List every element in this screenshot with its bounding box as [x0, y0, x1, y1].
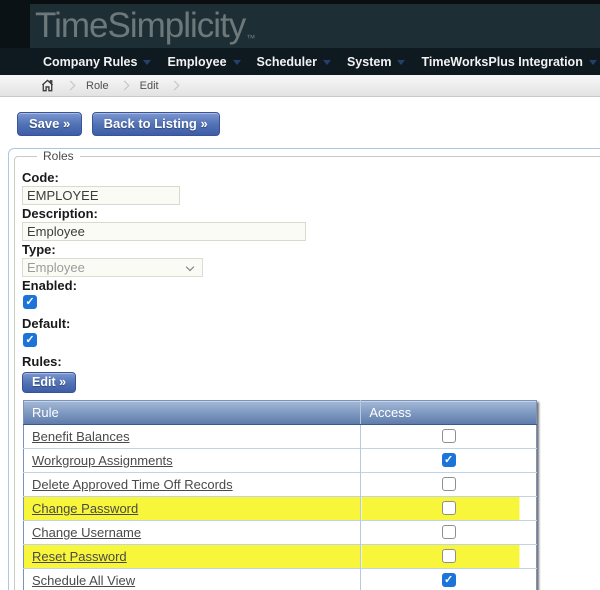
- app-logo-text: TimeSimplicity: [35, 6, 246, 45]
- rule-link-workgroup-assignments[interactable]: Workgroup Assignments: [32, 453, 173, 468]
- table-row: Schedule All View ✓: [23, 568, 537, 590]
- home-link[interactable]: [40, 78, 55, 93]
- rules-table-body: Benefit Balances Workgroup Assignments ✓ De…: [23, 424, 537, 590]
- role-form: Code: Description: Type: Employee Enable…: [22, 171, 600, 590]
- description-input[interactable]: [22, 222, 306, 241]
- rule-link-benefit-balances[interactable]: Benefit Balances: [32, 429, 130, 444]
- access-checkbox[interactable]: [441, 501, 456, 515]
- nav-item-label: Scheduler: [256, 54, 317, 69]
- chevron-down-icon: [397, 60, 406, 65]
- app-logo: TimeSimplicity™: [35, 6, 256, 46]
- breadcrumb-items: Role Edit: [55, 80, 190, 92]
- type-select: Employee: [22, 258, 203, 277]
- default-label: Default:: [22, 316, 71, 331]
- code-input[interactable]: [22, 186, 180, 205]
- nav-item-label: TimeWorksPlus Integration: [421, 54, 583, 69]
- nav-item-company-rules[interactable]: Company Rules: [43, 54, 152, 69]
- chevron-down-icon: [143, 60, 152, 65]
- rules-table-header-row: Rule Access: [23, 400, 537, 425]
- nav-item-label: System: [346, 54, 392, 69]
- table-row: Change Username: [23, 520, 537, 545]
- edit-rules-button[interactable]: Edit »: [22, 372, 77, 393]
- nav-item-timeworksplus-integration[interactable]: TimeWorksPlus Integration: [421, 54, 597, 69]
- table-row: Reset Password: [23, 544, 537, 569]
- chevron-separator-icon: [65, 80, 76, 91]
- code-label: Code:: [22, 170, 59, 185]
- main-navbar: Company Rules Employee Scheduler System Time…: [0, 48, 600, 75]
- header-top-strip: [0, 0, 600, 4]
- nav-item-label: Company Rules: [43, 54, 138, 69]
- rule-column-header: Rule: [23, 400, 361, 425]
- description-label: Description:: [22, 206, 98, 221]
- access-checkbox[interactable]: [441, 477, 456, 491]
- rule-link-change-password[interactable]: Change Password: [32, 501, 138, 516]
- main-nav: Company Rules Employee Scheduler System Time…: [0, 48, 600, 75]
- access-checkbox[interactable]: [441, 429, 456, 443]
- chevron-down-icon: [322, 60, 331, 65]
- table-row: Benefit Balances: [23, 424, 537, 449]
- back-to-listing-button[interactable]: Back to Listing »: [91, 112, 220, 136]
- toolbar: Save » Back to Listing »: [17, 112, 225, 136]
- breadcrumb-item-edit[interactable]: Edit: [140, 80, 159, 92]
- roles-fieldset: Roles Code: Description: Type: Employee …: [14, 149, 600, 590]
- rules-label: Rules:: [22, 354, 62, 369]
- rule-link-reset-password[interactable]: Reset Password: [32, 549, 127, 564]
- roles-legend: Roles: [43, 149, 74, 163]
- access-checkbox[interactable]: [441, 549, 456, 563]
- rule-link-schedule-all-view[interactable]: Schedule All View: [32, 573, 135, 588]
- nav-item-label: Employee: [167, 54, 227, 69]
- nav-item-system[interactable]: System: [346, 54, 406, 69]
- table-row: Delete Approved Time Off Records: [23, 472, 537, 497]
- enabled-label: Enabled:: [22, 278, 77, 293]
- enabled-checkbox[interactable]: ✓: [23, 295, 37, 309]
- chevron-separator-icon: [169, 80, 180, 91]
- access-checkbox[interactable]: [441, 525, 456, 539]
- chevron-down-icon: [588, 60, 597, 65]
- trademark-symbol: ™: [246, 33, 256, 43]
- nav-item-scheduler[interactable]: Scheduler: [257, 55, 331, 69]
- home-icon: [41, 79, 54, 92]
- app-header: TimeSimplicity™ Company Rules Employee Sch…: [0, 0, 600, 75]
- type-label: Type:: [22, 242, 56, 257]
- chevron-separator-icon: [119, 80, 130, 91]
- save-button[interactable]: Save »: [17, 112, 83, 136]
- header-left-block: [0, 0, 30, 48]
- breadcrumb-item-role[interactable]: Role: [86, 80, 109, 92]
- access-column-header: Access: [360, 400, 537, 425]
- type-select-value: Employee: [27, 260, 85, 275]
- rule-link-change-username[interactable]: Change Username: [32, 525, 141, 540]
- nav-item-employee[interactable]: Employee: [167, 54, 241, 69]
- access-checkbox[interactable]: ✓: [441, 573, 456, 587]
- rules-table: Rule Access Benefit Balances Workgroup As…: [23, 400, 537, 590]
- breadcrumb: Role Edit: [0, 75, 600, 97]
- chevron-down-icon: [185, 262, 195, 272]
- default-checkbox[interactable]: ✓: [23, 333, 37, 347]
- rule-link-delete-approved-time-off-records[interactable]: Delete Approved Time Off Records: [32, 477, 233, 492]
- access-checkbox[interactable]: ✓: [441, 453, 456, 467]
- chevron-down-icon: [232, 60, 241, 65]
- table-row: Workgroup Assignments ✓: [23, 448, 537, 473]
- table-row: Change Password: [23, 496, 537, 521]
